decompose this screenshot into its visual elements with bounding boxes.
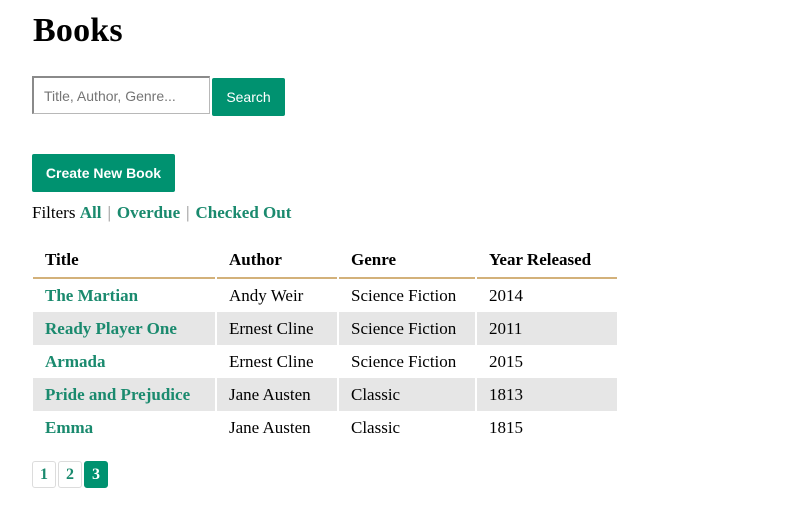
- title-cell: Pride and Prejudice: [33, 378, 215, 411]
- book-title-link[interactable]: The Martian: [45, 286, 138, 305]
- filter-separator: |: [107, 203, 111, 222]
- column-header-year-released: Year Released: [477, 244, 617, 279]
- table-header-row: Title Author Genre Year Released: [33, 244, 617, 279]
- author-cell: Ernest Cline: [229, 351, 314, 371]
- table-row: Ready Player One Ernest Cline Science Fi…: [33, 312, 617, 345]
- create-new-book-button[interactable]: Create New Book: [32, 154, 175, 192]
- column-header-genre: Genre: [339, 244, 475, 279]
- title-cell: Ready Player One: [33, 312, 215, 345]
- book-title-link[interactable]: Pride and Prejudice: [45, 385, 190, 404]
- pagination: 1 2 3: [32, 461, 110, 488]
- table-row: The Martian Andy Weir Science Fiction 20…: [33, 279, 617, 312]
- author-cell: Jane Austen: [229, 417, 311, 437]
- author-cell: Jane Austen: [217, 378, 337, 411]
- table-row: Pride and Prejudice Jane Austen Classic …: [33, 378, 617, 411]
- book-title-link[interactable]: Ready Player One: [45, 319, 177, 338]
- author-cell: Andy Weir: [229, 285, 304, 305]
- filters-bar: Filters All | Overdue | Checked Out: [32, 203, 291, 223]
- page-title: Books: [33, 12, 123, 49]
- year-cell: 2015: [489, 351, 523, 371]
- filter-all-link[interactable]: All: [80, 203, 102, 222]
- year-cell: 2014: [489, 285, 523, 305]
- year-cell: 1813: [477, 378, 617, 411]
- search-input[interactable]: [32, 76, 210, 114]
- year-cell: 1815: [489, 417, 523, 437]
- filter-checked-out-link[interactable]: Checked Out: [196, 203, 292, 222]
- title-cell: Emma: [33, 411, 215, 444]
- search-button[interactable]: Search: [212, 78, 285, 116]
- year-cell: 2011: [477, 312, 617, 345]
- page-button-1[interactable]: 1: [32, 461, 56, 488]
- genre-cell: Science Fiction: [339, 312, 475, 345]
- genre-cell: Classic: [351, 417, 401, 437]
- column-header-title: Title: [33, 244, 215, 279]
- page-button-3-current[interactable]: 3: [84, 461, 108, 488]
- table-row: Emma Jane Austen Classic 1815: [33, 411, 617, 444]
- genre-cell: Science Fiction: [351, 351, 457, 371]
- genre-cell: Science Fiction: [351, 285, 457, 305]
- filter-separator: |: [186, 203, 190, 222]
- books-table: Title Author Genre Year Released The Mar…: [31, 244, 619, 444]
- title-cell: Armada: [33, 345, 215, 378]
- book-title-link[interactable]: Armada: [45, 352, 105, 371]
- book-title-link[interactable]: Emma: [45, 418, 93, 437]
- search-form: Search: [32, 76, 285, 116]
- genre-cell: Classic: [339, 378, 475, 411]
- filter-overdue-link[interactable]: Overdue: [117, 203, 180, 222]
- page-button-2[interactable]: 2: [58, 461, 82, 488]
- author-cell: Ernest Cline: [217, 312, 337, 345]
- filters-label: Filters: [32, 203, 76, 222]
- title-cell: The Martian: [33, 279, 215, 312]
- table-row: Armada Ernest Cline Science Fiction 2015: [33, 345, 617, 378]
- column-header-author: Author: [217, 244, 337, 279]
